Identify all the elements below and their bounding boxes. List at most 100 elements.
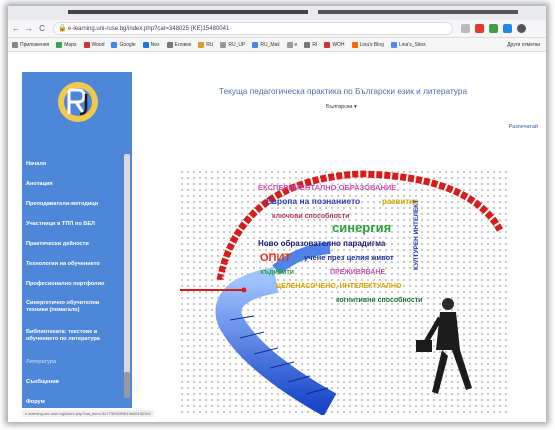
extensions-area xyxy=(461,24,526,33)
word-cloud-term: ЦЕЛЕНАСОЧЕНО, ИНТЕЛЕКТУАЛНО xyxy=(276,283,402,290)
bookmark-label: Lina's_Sites xyxy=(398,41,426,48)
word-cloud-term: хъдибити xyxy=(260,268,294,276)
sidebar-scrollbar[interactable] xyxy=(124,154,130,376)
sidebar-item[interactable]: Анотация xyxy=(22,174,132,194)
sidebar-item[interactable]: Литература xyxy=(22,352,132,372)
word-cloud-term: когнитивни способности xyxy=(336,296,422,304)
page-title: Текуща педагогическа практика по Българс… xyxy=(218,86,468,96)
bookmark-label: Google xyxy=(119,41,136,48)
bookmark-item[interactable]: RU_Mail xyxy=(252,41,280,48)
language-select[interactable]: Български ▾ xyxy=(326,104,357,110)
bookmark-item[interactable]: RI xyxy=(304,41,318,48)
word-cloud-term: КУЛТУРЕН ИНТЕЛЕКТ xyxy=(413,200,420,270)
bookmark-label: Maps xyxy=(64,41,77,48)
bookmark-label: WOH xyxy=(332,41,345,48)
browser-tab[interactable] xyxy=(318,10,518,14)
sidebar-item[interactable]: Начало xyxy=(22,154,132,174)
bookmark-favicon-icon xyxy=(324,41,331,48)
bookmarks-bar: Приложения Maps Wood Google Nex Eловек RU RU_UP… xyxy=(8,38,546,52)
lock-icon: 🔒 xyxy=(58,25,67,32)
sidebar-menu: Начало Анотация Преподаватели-методици Учас… xyxy=(22,154,132,422)
extension-icon[interactable] xyxy=(489,24,498,33)
web-page: Начало Анотация Преподаватели-методици Учас… xyxy=(8,52,546,422)
bookmark-item[interactable]: Lina's_Sites xyxy=(390,41,426,48)
bookmark-favicon-icon xyxy=(56,41,63,48)
bookmark-favicon-icon xyxy=(286,41,293,48)
chevron-down-icon: ▾ xyxy=(354,104,357,110)
expand-link[interactable]: Разпечатай xyxy=(509,124,538,130)
sidebar-scrollbar-thumb[interactable] xyxy=(124,372,130,398)
status-bar-url: e-learning.uni-ruse.bg/index.php?cat_ite… xyxy=(22,410,154,417)
word-cloud-term: синергия xyxy=(332,220,391,235)
bookmark-item[interactable]: Lina's Blog xyxy=(351,41,384,48)
sidebar-item[interactable]: Преподаватели-методици xyxy=(22,194,132,214)
sidebar-item[interactable]: Участници в ТПП по БЕЛ xyxy=(22,214,132,234)
back-arrow-icon[interactable]: ← xyxy=(11,24,21,33)
pointer-dot xyxy=(241,287,247,293)
bookmark-favicon-icon xyxy=(83,41,90,48)
sidebar: Начало Анотация Преподаватели-методици Учас… xyxy=(22,72,132,422)
extension-icon[interactable] xyxy=(475,24,484,33)
bookmark-favicon-icon xyxy=(252,41,259,48)
sidebar-item[interactable]: Форум xyxy=(22,392,132,412)
bookmark-label: Wood xyxy=(91,41,105,48)
bookmark-item[interactable]: Wood xyxy=(83,41,105,48)
course-illustration: Иновативен педагогически опит в обучение… xyxy=(180,170,510,415)
bookmark-favicon-icon xyxy=(390,41,397,48)
bookmark-favicon-icon xyxy=(12,41,18,48)
word-cloud-term: ЕКСПЕРИМЕНТАЛНО ОБРАЗОВАНИЕ xyxy=(258,183,396,192)
bookmark-item[interactable]: WOH xyxy=(324,41,345,48)
bookmark-item[interactable]: Nex xyxy=(142,41,160,48)
briefcase-icon xyxy=(416,340,432,352)
browser-tab[interactable] xyxy=(68,10,308,14)
bookmark-label: RI xyxy=(312,41,318,48)
bookmark-label: RU_UP xyxy=(228,41,246,48)
browser-tab-strip xyxy=(8,6,546,20)
bookmark-item[interactable]: e xyxy=(286,41,298,48)
bookmark-item[interactable]: Eловек xyxy=(166,41,192,48)
bookmark-label: Приложения xyxy=(20,41,50,48)
reload-icon[interactable]: C xyxy=(37,24,47,33)
language-select-value: Български xyxy=(326,104,353,110)
other-bookmarks[interactable]: Други отметки xyxy=(507,42,540,48)
bookmark-favicon-icon xyxy=(111,41,118,48)
extension-icon[interactable] xyxy=(503,24,512,33)
word-cloud-term: ОПИТ xyxy=(260,252,291,264)
bookmark-favicon-icon xyxy=(166,41,173,48)
word-cloud-term: ключови способности xyxy=(272,212,349,220)
bookmark-favicon-icon xyxy=(304,41,311,48)
url-text: e-learning.uni-ruse.bg/index.php?cat=348… xyxy=(68,26,230,32)
ru-logo-icon[interactable] xyxy=(56,80,100,124)
sidebar-item[interactable]: Библиотеката: текстове в обучението по л… xyxy=(22,323,132,352)
word-cloud-term: Ново образователно парадигма xyxy=(258,239,386,248)
address-bar-row: ← → C 🔒 e-learning.uni-ruse.bg/index.php… xyxy=(8,20,546,38)
sidebar-item[interactable]: Технологии на обучението xyxy=(22,254,132,274)
bookmark-label: e xyxy=(294,41,298,48)
bookmark-favicon-icon xyxy=(142,41,149,48)
profile-avatar[interactable] xyxy=(517,24,526,33)
bookmark-label: Eловек xyxy=(174,41,192,48)
sidebar-item[interactable]: Практически дейности xyxy=(22,234,132,254)
bookmark-label: RU_Mail xyxy=(260,41,280,48)
sidebar-item[interactable]: Съобщения xyxy=(22,372,132,392)
url-input[interactable]: 🔒 e-learning.uni-ruse.bg/index.php?cat=3… xyxy=(53,22,453,35)
word-cloud-term: учене през целия живот xyxy=(304,253,394,262)
star-icon[interactable] xyxy=(461,24,470,33)
word-cloud-term: ПРЕЖИВЯВАНЕ xyxy=(330,269,385,276)
bookmark-favicon-icon xyxy=(220,41,227,48)
forward-arrow-icon[interactable]: → xyxy=(24,24,34,33)
bookmark-label: Nex xyxy=(150,41,160,48)
word-cloud-term: Европа на познанието xyxy=(266,196,360,206)
bookmark-item[interactable]: Google xyxy=(111,41,136,48)
sidebar-item[interactable]: Синергетично обучителни техники (помагал… xyxy=(22,294,132,323)
bookmark-item[interactable]: RU_UP xyxy=(220,41,246,48)
bookmark-label: Lina's Blog xyxy=(359,41,384,48)
bookmark-favicon-icon xyxy=(198,41,205,48)
bookmark-favicon-icon xyxy=(351,41,358,48)
screenshot-frame: ← → C 🔒 e-learning.uni-ruse.bg/index.php… xyxy=(8,6,546,422)
bookmark-item[interactable]: RU xyxy=(198,41,214,48)
bookmark-item[interactable]: Maps xyxy=(56,41,77,48)
sidebar-item[interactable]: Професионално портфолио xyxy=(22,274,132,294)
bookmark-label: RU xyxy=(206,41,214,48)
bookmark-item[interactable]: Приложения xyxy=(12,41,50,48)
